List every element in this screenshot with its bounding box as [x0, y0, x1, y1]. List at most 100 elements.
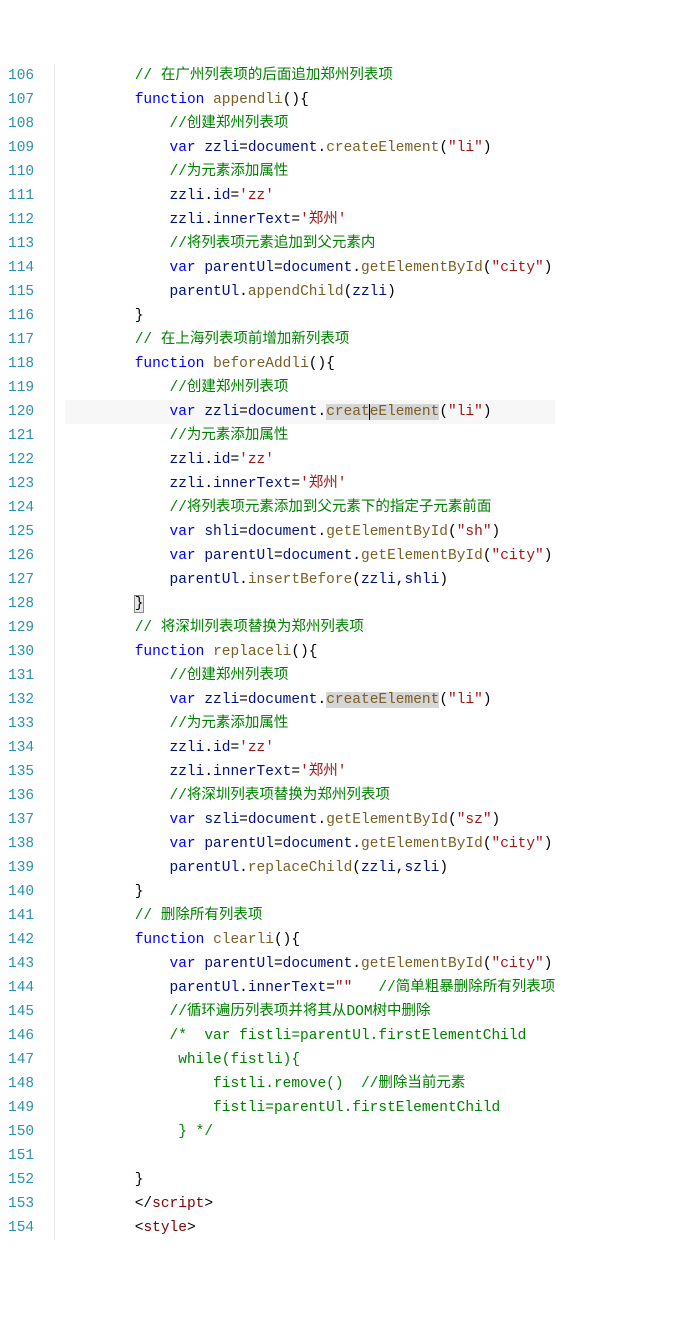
line-number: 114	[8, 256, 36, 280]
code-editor[interactable]: 1061071081091101111121131141151161171181…	[0, 64, 686, 1240]
code-line[interactable]: // 删除所有列表项	[65, 904, 555, 928]
line-number: 118	[8, 352, 36, 376]
code-line[interactable]: function appendli(){	[65, 88, 555, 112]
line-number: 115	[8, 280, 36, 304]
line-number: 141	[8, 904, 36, 928]
code-line[interactable]: } */	[65, 1120, 555, 1144]
line-number: 140	[8, 880, 36, 904]
line-number: 148	[8, 1072, 36, 1096]
code-line[interactable]: zzli.id='zz'	[65, 184, 555, 208]
code-line[interactable]: var zzli=document.createElement("li")	[65, 688, 555, 712]
line-number: 130	[8, 640, 36, 664]
code-line[interactable]: fistli=parentUl.firstElementChild	[65, 1096, 555, 1120]
line-number-gutter: 1061071081091101111121131141151161171181…	[0, 64, 55, 1240]
line-number: 146	[8, 1024, 36, 1048]
line-number: 131	[8, 664, 36, 688]
code-line[interactable]: }	[65, 304, 555, 328]
line-number: 110	[8, 160, 36, 184]
code-line[interactable]: var parentUl=document.getElementById("ci…	[65, 256, 555, 280]
code-line[interactable]: //循环遍历列表项并将其从DOM树中删除	[65, 1000, 555, 1024]
line-number: 151	[8, 1144, 36, 1168]
code-line[interactable]: //为元素添加属性	[65, 160, 555, 184]
line-number: 121	[8, 424, 36, 448]
code-line[interactable]: //创建郑州列表项	[65, 376, 555, 400]
code-line[interactable]: zzli.innerText='郑州'	[65, 760, 555, 784]
line-number: 145	[8, 1000, 36, 1024]
line-number: 149	[8, 1096, 36, 1120]
line-number: 153	[8, 1192, 36, 1216]
line-number: 129	[8, 616, 36, 640]
line-number: 150	[8, 1120, 36, 1144]
code-line[interactable]: var parentUl=document.getElementById("ci…	[65, 544, 555, 568]
line-number: 143	[8, 952, 36, 976]
line-number: 154	[8, 1216, 36, 1240]
line-number: 135	[8, 760, 36, 784]
code-line[interactable]: parentUl.insertBefore(zzli,shli)	[65, 568, 555, 592]
code-line[interactable]: while(fistli){	[65, 1048, 555, 1072]
code-line[interactable]: }	[65, 880, 555, 904]
line-number: 133	[8, 712, 36, 736]
line-number: 134	[8, 736, 36, 760]
code-line[interactable]: //创建郑州列表项	[65, 112, 555, 136]
code-line[interactable]: }	[65, 1168, 555, 1192]
code-line[interactable]: zzli.innerText='郑州'	[65, 208, 555, 232]
line-number: 138	[8, 832, 36, 856]
code-line[interactable]: var shli=document.getElementById("sh")	[65, 520, 555, 544]
code-line[interactable]: parentUl.appendChild(zzli)	[65, 280, 555, 304]
code-line[interactable]: var zzli=document.createElement("li")	[65, 400, 555, 424]
line-number: 108	[8, 112, 36, 136]
line-number: 128	[8, 592, 36, 616]
line-number: 152	[8, 1168, 36, 1192]
code-line[interactable]: </script>	[65, 1192, 555, 1216]
line-number: 144	[8, 976, 36, 1000]
line-number: 124	[8, 496, 36, 520]
code-line[interactable]: function replaceli(){	[65, 640, 555, 664]
line-number: 147	[8, 1048, 36, 1072]
line-number: 119	[8, 376, 36, 400]
line-number: 109	[8, 136, 36, 160]
line-number: 132	[8, 688, 36, 712]
line-number: 112	[8, 208, 36, 232]
code-line[interactable]: var parentUl=document.getElementById("ci…	[65, 952, 555, 976]
code-line[interactable]	[65, 1144, 555, 1168]
code-line[interactable]: function clearli(){	[65, 928, 555, 952]
code-line[interactable]: //为元素添加属性	[65, 424, 555, 448]
line-number: 107	[8, 88, 36, 112]
code-line[interactable]: //将列表项元素添加到父元素下的指定子元素前面	[65, 496, 555, 520]
code-line[interactable]: var parentUl=document.getElementById("ci…	[65, 832, 555, 856]
code-line[interactable]: //创建郑州列表项	[65, 664, 555, 688]
line-number: 111	[8, 184, 36, 208]
code-line[interactable]: var zzli=document.createElement("li")	[65, 136, 555, 160]
code-line[interactable]: var szli=document.getElementById("sz")	[65, 808, 555, 832]
line-number: 126	[8, 544, 36, 568]
code-line[interactable]: // 在上海列表项前增加新列表项	[65, 328, 555, 352]
code-line[interactable]: /* var fistli=parentUl.firstElementChild	[65, 1024, 555, 1048]
line-number: 136	[8, 784, 36, 808]
line-number: 106	[8, 64, 36, 88]
line-number: 122	[8, 448, 36, 472]
code-line[interactable]: zzli.id='zz'	[65, 736, 555, 760]
line-number: 123	[8, 472, 36, 496]
code-area[interactable]: // 在广州列表项的后面追加郑州列表项 function appendli(){…	[55, 64, 555, 1240]
code-line[interactable]: //将深圳列表项替换为郑州列表项	[65, 784, 555, 808]
line-number: 139	[8, 856, 36, 880]
code-line[interactable]: // 在广州列表项的后面追加郑州列表项	[65, 64, 555, 88]
code-line[interactable]: fistli.remove() //删除当前元素	[65, 1072, 555, 1096]
line-number: 113	[8, 232, 36, 256]
code-line[interactable]: parentUl.replaceChild(zzli,szli)	[65, 856, 555, 880]
code-line[interactable]: //将列表项元素追加到父元素内	[65, 232, 555, 256]
line-number: 116	[8, 304, 36, 328]
code-line[interactable]: <style>	[65, 1216, 555, 1240]
code-line[interactable]: // 将深圳列表项替换为郑州列表项	[65, 616, 555, 640]
code-line[interactable]: function beforeAddli(){	[65, 352, 555, 376]
code-line[interactable]: //为元素添加属性	[65, 712, 555, 736]
code-line[interactable]: zzli.id='zz'	[65, 448, 555, 472]
code-line[interactable]: zzli.innerText='郑州'	[65, 472, 555, 496]
line-number: 125	[8, 520, 36, 544]
line-number: 137	[8, 808, 36, 832]
line-number: 127	[8, 568, 36, 592]
line-number: 142	[8, 928, 36, 952]
code-line[interactable]: parentUl.innerText="" //简单粗暴删除所有列表项	[65, 976, 555, 1000]
line-number: 120	[8, 400, 36, 424]
code-line[interactable]: }	[65, 592, 555, 616]
